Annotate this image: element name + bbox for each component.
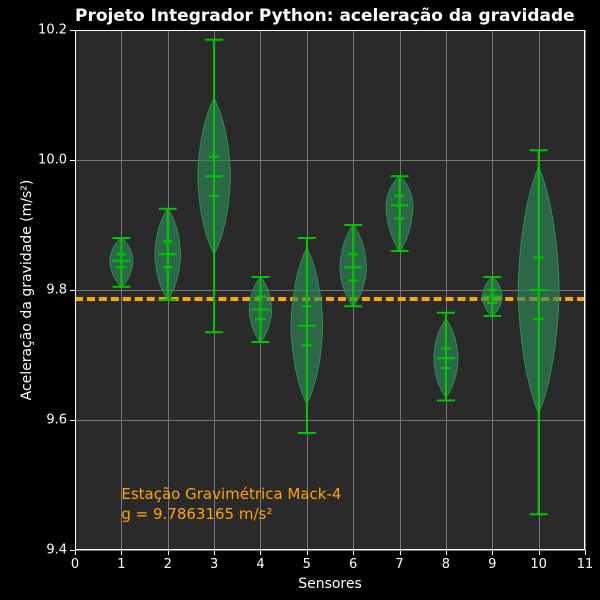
spine-bottom xyxy=(75,549,585,550)
x-tick-label: 2 xyxy=(164,557,172,572)
spine-top xyxy=(75,30,585,31)
y-gridline xyxy=(75,160,585,161)
x-tick-label: 4 xyxy=(256,557,264,572)
reference-line xyxy=(75,297,585,301)
chart-title: Projeto Integrador Python: aceleração da… xyxy=(75,6,575,26)
x-tick-label: 8 xyxy=(442,557,450,572)
annotation-line1: Estação Gravimétrica Mack-4 xyxy=(121,485,341,503)
x-tick-label: 6 xyxy=(349,557,357,572)
x-tick-label: 9 xyxy=(488,557,496,572)
y-gridline xyxy=(75,550,585,551)
x-tick-label: 1 xyxy=(117,557,125,572)
y-axis-label: Aceleração da gravidade (m/s²) xyxy=(19,180,35,401)
y-tick-label: 9.8 xyxy=(46,283,75,298)
y-gridline xyxy=(75,290,585,291)
y-tick-label: 9.6 xyxy=(46,413,75,428)
x-tick-label: 10 xyxy=(530,557,547,572)
x-gridline xyxy=(585,30,586,550)
axes-area: Aceleração da gravidade (m/s²) Sensores … xyxy=(75,30,585,550)
x-axis-label: Sensores xyxy=(298,576,362,592)
annotation-text: Estação Gravimétrica Mack-4 g = 9.786316… xyxy=(121,485,341,524)
y-tick-label: 9.4 xyxy=(46,543,75,558)
x-tick-label: 5 xyxy=(303,557,311,572)
x-tick-label: 11 xyxy=(577,557,594,572)
y-tick-label: 10.0 xyxy=(38,153,75,168)
x-tick xyxy=(585,550,586,555)
x-tick-label: 7 xyxy=(395,557,403,572)
y-gridline xyxy=(75,420,585,421)
x-tick-label: 0 xyxy=(71,557,79,572)
spine-left xyxy=(75,30,76,550)
annotation-line2: g = 9.7863165 m/s² xyxy=(121,505,272,523)
figure: Projeto Integrador Python: aceleração da… xyxy=(0,0,600,600)
spine-right xyxy=(584,30,585,550)
y-tick-label: 10.2 xyxy=(38,23,75,38)
x-tick-label: 3 xyxy=(210,557,218,572)
